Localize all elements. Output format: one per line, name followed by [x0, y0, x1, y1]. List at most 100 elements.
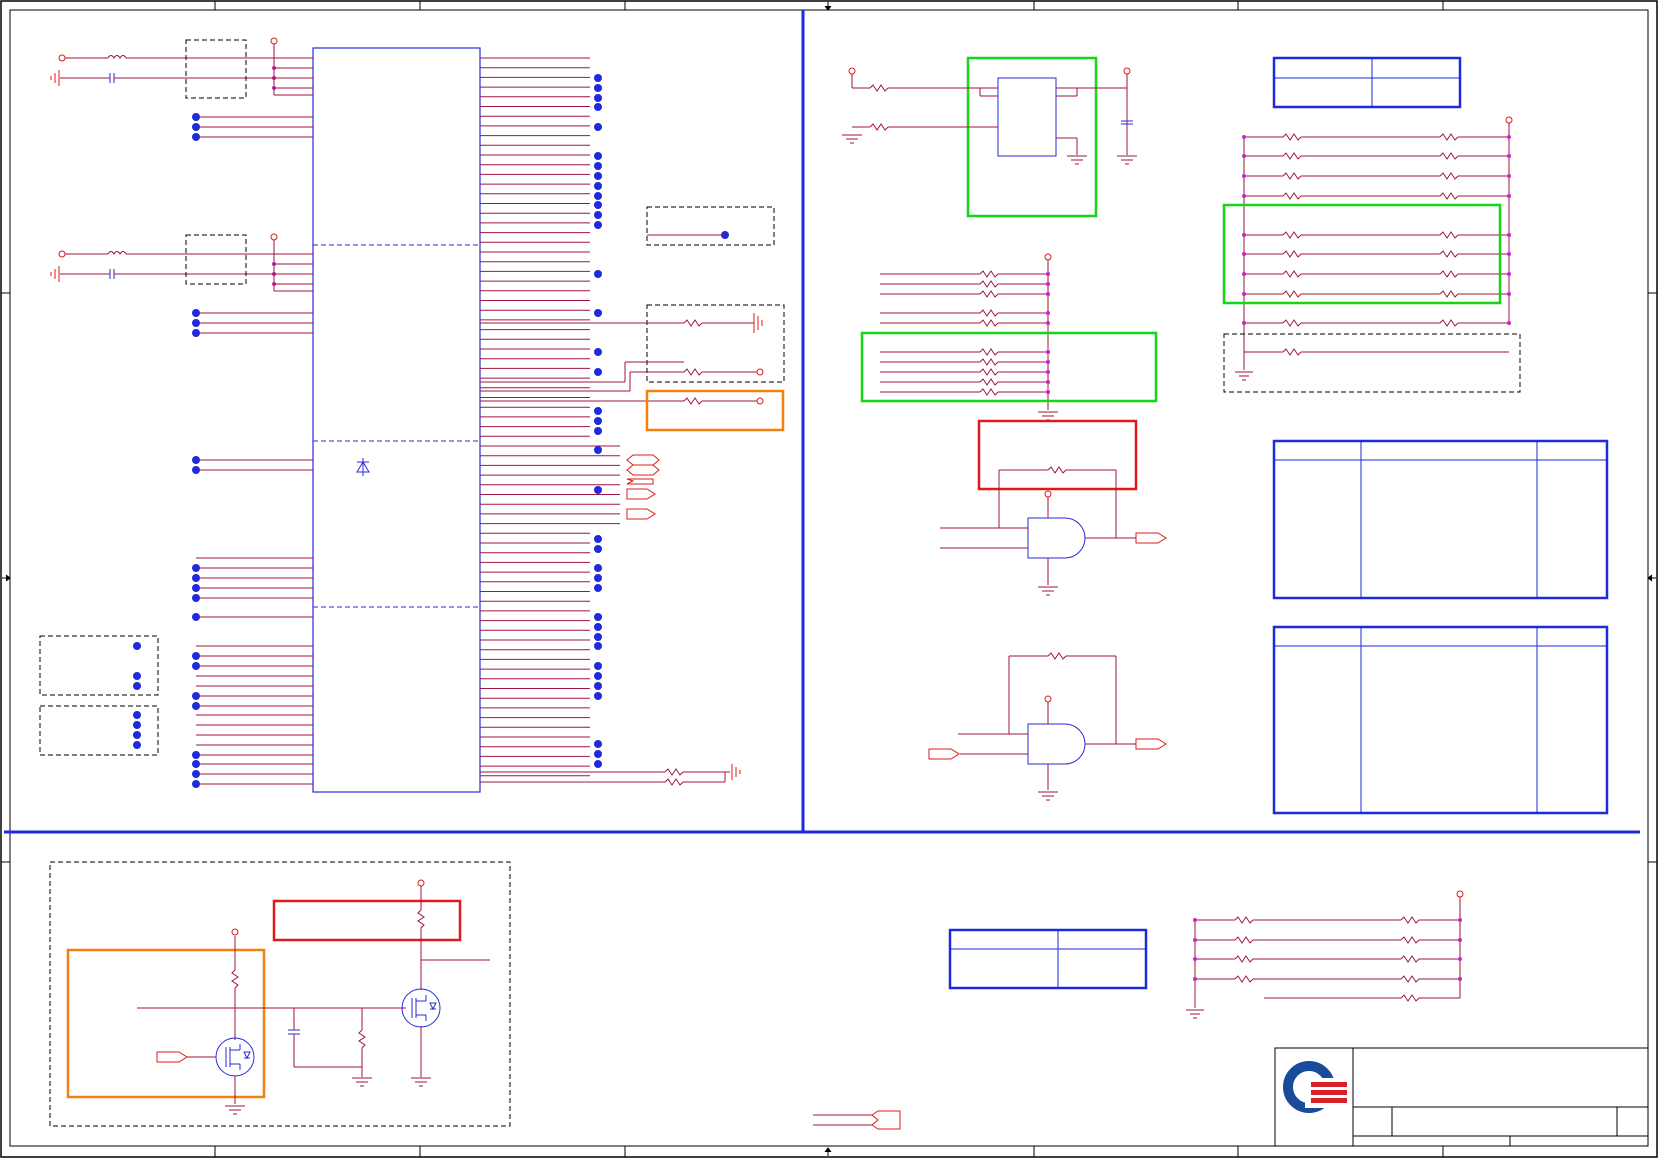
junction-dot	[1507, 194, 1511, 198]
connector-dot	[192, 770, 200, 778]
connector-dot	[192, 662, 200, 670]
resistor-icon	[979, 309, 999, 317]
junction-dot	[1046, 390, 1050, 394]
connector-dot	[594, 192, 602, 200]
highlight-box-green	[966, 56, 1098, 218]
connector-dot	[192, 466, 200, 474]
junction-dot	[1507, 321, 1511, 325]
connector-dot	[594, 162, 602, 170]
off-page-connectors	[626, 454, 660, 520]
junction-dot	[1458, 977, 1462, 981]
power-port-icon	[1123, 67, 1131, 75]
junction-dot	[1046, 370, 1050, 374]
resistor-icon	[1439, 172, 1459, 180]
junction-dot	[1046, 282, 1050, 286]
resistor-icon	[1282, 152, 1302, 160]
power-port-icon	[1505, 116, 1513, 124]
connector-dot	[594, 221, 602, 229]
connector-dot	[192, 594, 200, 602]
ground-symbol-icon	[731, 764, 741, 780]
resistor-ladder-bottom	[1193, 897, 1462, 1008]
connector-dot	[594, 584, 602, 592]
power-port-icon	[270, 37, 278, 45]
connector-dot	[594, 123, 602, 131]
connector-dot	[192, 113, 200, 121]
junction-dot	[1242, 272, 1246, 276]
company-logo-icon	[1283, 1061, 1349, 1113]
connector-dot	[594, 94, 602, 102]
connector-dot	[192, 564, 200, 572]
resistor-icon	[1282, 231, 1302, 239]
resistor-icon	[979, 348, 999, 356]
and-gate-2	[928, 652, 1167, 790]
connector-dot	[133, 672, 141, 680]
connector-dot	[192, 133, 200, 141]
resistor-icon	[979, 280, 999, 288]
resistor-icon	[1234, 975, 1254, 983]
config-table-2	[1272, 625, 1609, 815]
power-port-icon	[1456, 890, 1464, 898]
power-port-icon	[417, 879, 425, 887]
connector-dot	[594, 348, 602, 356]
connector-dot	[594, 642, 602, 650]
junction-dot	[1507, 252, 1511, 256]
power-port-icon	[1044, 490, 1052, 498]
connector-dot	[594, 407, 602, 415]
resistor-icon	[1282, 192, 1302, 200]
connector-dot	[594, 750, 602, 758]
connector-dot	[192, 751, 200, 759]
connector-dot	[192, 780, 200, 788]
ground-symbol-icon	[50, 70, 60, 86]
junction-dot	[1507, 135, 1511, 139]
mosfet-q1-icon	[215, 1037, 255, 1077]
junction-dot	[1046, 292, 1050, 296]
connector-dot	[133, 731, 141, 739]
connector-dot	[133, 721, 141, 729]
mosfet-q2-icon	[401, 988, 441, 1028]
power-port-icon	[58, 54, 66, 62]
ic-right-pins	[480, 57, 665, 783]
resistor-icon	[979, 358, 999, 366]
power-port-icon	[270, 233, 278, 241]
ground-symbol-icon	[753, 313, 763, 333]
resistor-ladder-right	[1242, 123, 1511, 370]
resistor-icon	[1439, 192, 1459, 200]
connector-dot	[192, 760, 200, 768]
connector-dot	[192, 613, 200, 621]
resistor-icon	[979, 368, 999, 376]
power-port-icon	[1044, 253, 1052, 261]
connector-dot	[594, 486, 602, 494]
resistor-icon	[1439, 231, 1459, 239]
resistor-icon	[1234, 936, 1254, 944]
connector-dot	[594, 564, 602, 572]
ground-symbol-icon	[50, 266, 60, 282]
schematic-drawing	[0, 0, 1658, 1158]
resistor-icon	[979, 388, 999, 396]
junction-dot	[1507, 272, 1511, 276]
connector-dot	[594, 633, 602, 641]
resistor-icon	[1439, 270, 1459, 278]
junction-dot	[1242, 194, 1246, 198]
resistor-icon	[1439, 250, 1459, 258]
config-table-small	[1272, 56, 1462, 109]
resistor-array-middle	[880, 260, 1050, 410]
ground-symbol-icon	[842, 134, 1137, 165]
junction-dot	[1046, 380, 1050, 384]
dashed-group-box	[1223, 333, 1521, 393]
ground-symbol-icon	[1186, 1009, 1204, 1019]
power-port-icon	[58, 250, 66, 258]
connector-dot	[594, 427, 602, 435]
ground-symbol-icon	[1235, 371, 1253, 381]
junction-dot	[1242, 321, 1246, 325]
connector-dot	[192, 329, 200, 337]
junction-dot	[1507, 233, 1511, 237]
junction-dot	[1458, 918, 1462, 922]
ground-symbol-icon	[1038, 791, 1058, 801]
connector-dots	[133, 66, 729, 788]
connector-dot	[594, 672, 602, 680]
connector-dot	[594, 740, 602, 748]
junction-dot	[1242, 252, 1246, 256]
reset-ic	[997, 77, 1057, 157]
connector-dot	[594, 152, 602, 160]
resistor-icon	[1282, 348, 1302, 356]
